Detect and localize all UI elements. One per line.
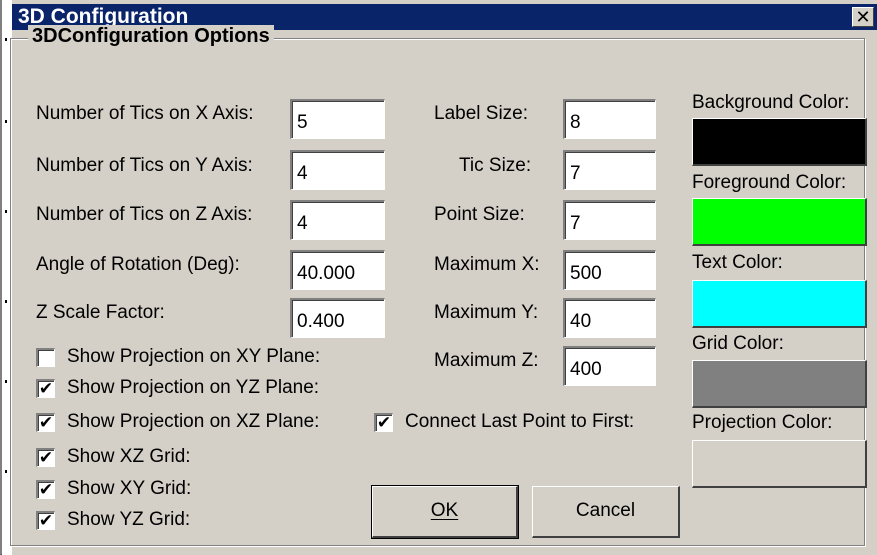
y-tics-input[interactable]: 4 (290, 150, 385, 190)
checkbox-label: Show XZ Grid: (67, 446, 191, 467)
point-size-input[interactable]: 7 (563, 200, 656, 240)
maximum-z-input[interactable]: 400 (563, 346, 656, 386)
check-icon: ✔ (376, 413, 392, 432)
maximum-y-label: Maximum Y: (434, 302, 539, 323)
checkbox-xy-grid[interactable]: ✔ Show XY Grid: (36, 478, 191, 500)
ok-button-label: OK (430, 500, 459, 521)
checkbox-projection-xy[interactable]: Show Projection on XY Plane: (36, 346, 320, 368)
checkbox-label: Show XY Grid: (67, 478, 192, 499)
checkbox-projection-xz[interactable]: ✔ Show Projection on XZ Plane: (36, 411, 319, 433)
maximum-z-label: Maximum Z: (434, 350, 539, 371)
point-size-label: Point Size: (434, 204, 525, 225)
z-tics-input[interactable]: 4 (290, 200, 385, 240)
z-tics-label: Number of Tics on Z Axis: (36, 204, 253, 225)
projection-color-swatch[interactable] (692, 440, 867, 488)
checkbox-label: Show Projection on YZ Plane: (67, 377, 320, 398)
checkbox-label: Connect Last Point to First: (405, 411, 635, 432)
close-button[interactable]: ✕ (852, 7, 874, 27)
checkbox-box[interactable]: ✔ (36, 510, 55, 530)
label-size-label: Label Size: (434, 103, 529, 124)
background-color-label: Background Color: (692, 92, 850, 113)
tic-size-input[interactable]: 7 (563, 150, 656, 190)
check-icon: ✔ (38, 448, 54, 467)
maximum-x-input[interactable]: 500 (563, 250, 656, 290)
cancel-button-label: Cancel (575, 500, 636, 521)
dialog-window: 3D Configuration ✕ 3DConfiguration Optio… (0, 0, 877, 555)
foreground-color-label: Foreground Color: (692, 172, 847, 193)
close-icon: ✕ (855, 7, 871, 27)
group-title: 3DConfiguration Options (28, 25, 274, 48)
checkbox-connect-last-point[interactable]: ✔ Connect Last Point to First: (374, 411, 634, 433)
checkbox-box[interactable] (36, 347, 55, 367)
checkbox-label: Show Projection on XY Plane: (67, 346, 321, 367)
check-icon: ✔ (38, 413, 54, 432)
projection-color-label: Projection Color: (692, 412, 833, 433)
checkbox-box[interactable]: ✔ (36, 479, 55, 499)
background-color-swatch[interactable] (692, 118, 867, 166)
x-tics-label: Number of Tics on X Axis: (36, 103, 254, 124)
checkbox-box[interactable]: ✔ (36, 447, 55, 467)
checkbox-xz-grid[interactable]: ✔ Show XZ Grid: (36, 446, 191, 468)
grid-color-label: Grid Color: (692, 333, 784, 354)
check-icon: ✔ (38, 480, 54, 499)
tic-size-label: Tic Size: (459, 155, 532, 176)
z-scale-label: Z Scale Factor: (36, 302, 165, 323)
x-tics-input[interactable]: 5 (290, 99, 385, 139)
text-color-label: Text Color: (692, 252, 783, 273)
ok-button[interactable]: OK (371, 485, 519, 539)
label-size-input[interactable]: 8 (563, 99, 656, 139)
maximum-y-input[interactable]: 40 (563, 298, 656, 338)
foreground-color-swatch[interactable] (692, 198, 867, 246)
maximum-x-label: Maximum X: (434, 254, 540, 275)
checkbox-box[interactable]: ✔ (36, 378, 55, 398)
rotation-angle-input[interactable]: 40.000 (290, 250, 385, 290)
cancel-button[interactable]: Cancel (532, 486, 680, 538)
checkbox-label: Show YZ Grid: (67, 509, 191, 530)
check-icon: ✔ (38, 379, 54, 398)
checkbox-yz-grid[interactable]: ✔ Show YZ Grid: (36, 509, 190, 531)
checkbox-box[interactable]: ✔ (36, 412, 55, 432)
grid-color-swatch[interactable] (692, 360, 867, 408)
checkbox-box[interactable]: ✔ (374, 412, 393, 432)
z-scale-input[interactable]: 0.400 (290, 298, 385, 338)
text-color-swatch[interactable] (692, 280, 867, 328)
y-tics-label: Number of Tics on Y Axis: (36, 155, 253, 176)
checkbox-label: Show Projection on XZ Plane: (67, 411, 320, 432)
rotation-angle-label: Angle of Rotation (Deg): (36, 254, 240, 275)
check-icon: ✔ (38, 511, 54, 530)
checkbox-projection-yz[interactable]: ✔ Show Projection on YZ Plane: (36, 377, 319, 399)
